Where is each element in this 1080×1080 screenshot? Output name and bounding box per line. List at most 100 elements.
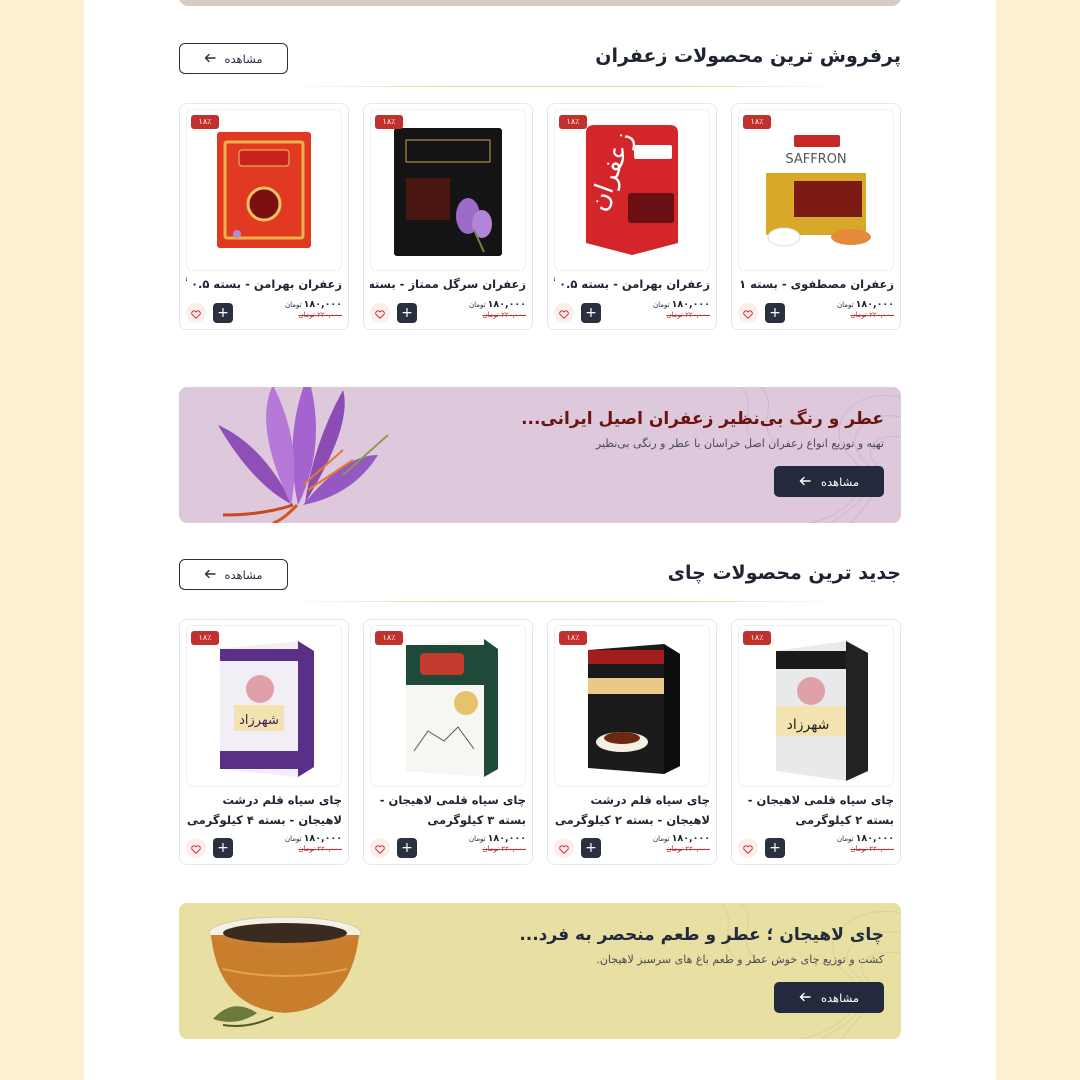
product-image[interactable]: زعفران (554, 109, 710, 271)
product-image[interactable]: SAFFRON (738, 109, 894, 271)
svg-text:شهرزاد: شهرزاد (239, 713, 279, 728)
favorite-button[interactable] (186, 838, 206, 858)
view-all-label: مشاهده (224, 51, 263, 66)
tea-banner-view-button[interactable]: مشاهده (774, 982, 884, 1013)
plus-icon: + (217, 305, 229, 321)
favorite-button[interactable] (554, 838, 574, 858)
tea-banner: چای لاهیجان ؛ عطر و طعم منحصر به فرد... … (179, 903, 901, 1039)
plus-icon: + (769, 840, 781, 856)
svg-text:شهرزاد: شهرزاد (787, 717, 830, 733)
add-to-cart-button[interactable]: + (765, 838, 785, 858)
old-price: ۲۲۰,۰۰۰ تومان (666, 311, 710, 319)
section-divider (284, 86, 844, 87)
discount-badge: ۱۸٪ (743, 115, 771, 129)
old-price: ۲۲۰,۰۰۰ تومان (482, 311, 526, 319)
heart-icon (743, 839, 753, 858)
product-name[interactable]: زعفران سرگل ممتاز - بسته ۱ گرمی (370, 274, 526, 294)
tea-view-all-button[interactable]: مشاهده (179, 559, 288, 590)
add-to-cart-button[interactable]: + (581, 303, 601, 323)
banner-button-label: مشاهده (820, 474, 860, 489)
product-price: ۱۸۰,۰۰۰تومان ۲۲۰,۰۰۰ تومان (653, 833, 710, 853)
plus-icon: + (769, 305, 781, 321)
contour-pattern (740, 387, 901, 523)
discount-badge: ۱۸٪ (375, 115, 403, 129)
product-price: ۱۸۰,۰۰۰تومان ۲۲۰,۰۰۰ تومان (469, 833, 526, 853)
product-card[interactable]: ۱۸٪ زعفران زعفران بهرامن - بسته ۰.۵ گرمی… (547, 103, 717, 330)
product-card[interactable]: ۱۸٪ چای سیاه قلم درشت لاهیجان - بسته ۲ ک… (547, 619, 717, 865)
arrow-left-icon (799, 475, 811, 489)
product-name[interactable]: چای سیاه قلمی لاهیجان - بسته ۳ کیلوگرمی (370, 790, 526, 830)
add-to-cart-button[interactable]: + (213, 838, 233, 858)
saffron-view-all-button[interactable]: مشاهده (179, 43, 288, 74)
favorite-button[interactable] (738, 303, 758, 323)
banner-subtitle: تهیه و توزیع انواع زعفران اصل خراسان با … (595, 437, 884, 450)
favorite-button[interactable] (554, 303, 574, 323)
product-price: ۱۸۰,۰۰۰تومان ۲۲۰,۰۰۰ تومان (837, 833, 894, 853)
arrow-left-icon (204, 568, 217, 582)
plus-icon: + (585, 305, 597, 321)
banner-title: عطر و رنگ بی‌نظیر زعفران اصیل ایرانی... (521, 409, 884, 429)
product-card[interactable]: ۱۸٪ شهرزاد چای سیاه قلمی لاهیجان - بسته … (731, 619, 901, 865)
add-to-cart-button[interactable]: + (581, 838, 601, 858)
product-card[interactable]: ۱۸٪ زعفران سرگل ممتاز - بسته ۱ گرمی ۱۸۰,… (363, 103, 533, 330)
product-card[interactable]: ۱۸٪ شهرزاد چای سیاه قلم درشت لاهیجان - ب… (179, 619, 349, 865)
product-name[interactable]: زعفران بهرامن - بسته ۰.۵ گرمی (186, 274, 342, 294)
section-divider (284, 601, 844, 602)
product-name[interactable]: چای سیاه قلم درشت لاهیجان - بسته ۴ کیلوگ… (186, 790, 342, 830)
product-image[interactable]: شهرزاد (186, 625, 342, 787)
product-price: ۱۸۰,۰۰۰تومان ۲۲۰,۰۰۰ تومان (469, 299, 526, 319)
favorite-button[interactable] (370, 303, 390, 323)
saffron-section-title: پرفروش ترین محصولات زعفران (595, 45, 901, 67)
product-image[interactable] (186, 109, 342, 271)
tea-section-title: جدید ترین محصولات چای (667, 562, 901, 584)
favorite-button[interactable] (370, 838, 390, 858)
contour-pattern (720, 903, 901, 1039)
plus-icon: + (401, 305, 413, 321)
add-to-cart-button[interactable]: + (397, 303, 417, 323)
product-image[interactable] (554, 625, 710, 787)
product-name[interactable]: چای سیاه قلم درشت لاهیجان - بسته ۲ کیلوگ… (554, 790, 710, 830)
saffron-banner: عطر و رنگ بی‌نظیر زعفران اصیل ایرانی... … (179, 387, 901, 523)
product-price: ۱۸۰,۰۰۰تومان ۲۲۰,۰۰۰ تومان (837, 299, 894, 319)
plus-icon: + (217, 840, 229, 856)
product-name[interactable]: زعفران بهرامن - بسته ۰.۵ گرمی (554, 274, 710, 294)
old-price: ۲۲۰,۰۰۰ تومان (850, 845, 894, 853)
old-price: ۲۲۰,۰۰۰ تومان (666, 845, 710, 853)
page-content: پرفروش ترین محصولات زعفران مشاهده ۱۸٪ SA… (84, 0, 996, 1080)
add-to-cart-button[interactable]: + (213, 303, 233, 323)
saffron-flower-image (218, 387, 389, 523)
add-to-cart-button[interactable]: + (765, 303, 785, 323)
add-to-cart-button[interactable]: + (397, 838, 417, 858)
heart-icon (559, 304, 569, 323)
product-name[interactable]: چای سیاه قلمی لاهیجان - بسته ۲ کیلوگرمی (738, 790, 894, 830)
banner-button-label: مشاهده (820, 990, 860, 1005)
product-price: ۱۸۰,۰۰۰تومان ۲۲۰,۰۰۰ تومان (285, 299, 342, 319)
heart-icon (191, 304, 201, 323)
previous-banner-edge (179, 0, 901, 6)
heart-icon (375, 839, 385, 858)
plus-icon: + (585, 840, 597, 856)
heart-icon (375, 304, 385, 323)
product-image[interactable] (370, 109, 526, 271)
discount-badge: ۱۸٪ (191, 115, 219, 129)
product-name[interactable]: زعفران مصطفوی - بسته ۱ گرمی (738, 274, 894, 294)
product-card[interactable]: ۱۸٪ SAFFRON زعفران مصطفوی - بسته ۱ گرمی … (731, 103, 901, 330)
product-card[interactable]: ۱۸٪ چای سیاه قلمی لاهیجان - بسته ۳ کیلوگ… (363, 619, 533, 865)
saffron-banner-view-button[interactable]: مشاهده (774, 466, 884, 497)
product-image[interactable]: شهرزاد (738, 625, 894, 787)
product-image[interactable] (370, 625, 526, 787)
product-price: ۱۸۰,۰۰۰تومان ۲۲۰,۰۰۰ تومان (285, 833, 342, 853)
favorite-button[interactable] (738, 838, 758, 858)
old-price: ۲۲۰,۰۰۰ تومان (482, 845, 526, 853)
view-all-label: مشاهده (224, 567, 263, 582)
old-price: ۲۲۰,۰۰۰ تومان (298, 845, 342, 853)
favorite-button[interactable] (186, 303, 206, 323)
banner-title: چای لاهیجان ؛ عطر و طعم منحصر به فرد... (519, 925, 884, 945)
svg-text:SAFFRON: SAFFRON (785, 152, 846, 167)
heart-icon (559, 839, 569, 858)
plus-icon: + (401, 840, 413, 856)
heart-icon (191, 839, 201, 858)
discount-badge: ۱۸٪ (375, 631, 403, 645)
product-card[interactable]: ۱۸٪ زعفران بهرامن - بسته ۰.۵ گرمی ۱۸۰,۰۰… (179, 103, 349, 330)
discount-badge: ۱۸٪ (743, 631, 771, 645)
